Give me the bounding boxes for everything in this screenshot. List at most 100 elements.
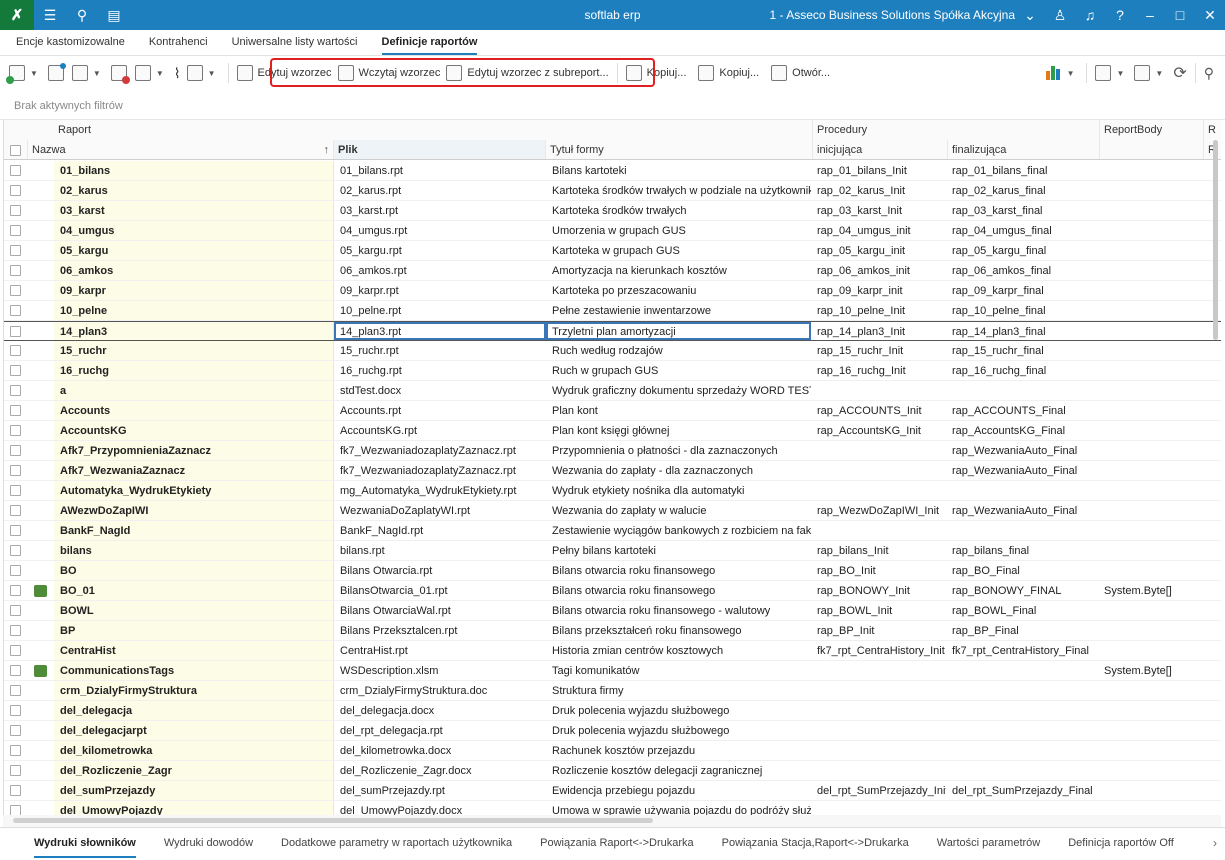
checkbox[interactable]	[10, 765, 21, 776]
row-checkbox[interactable]	[4, 701, 28, 720]
chevron-down-icon[interactable]: ▼	[1067, 69, 1075, 78]
table-row[interactable]: del_kilometrowka del_kilometrowka.docx Rac…	[4, 741, 1221, 761]
help-icon[interactable]: ?	[1105, 0, 1135, 30]
checkbox[interactable]	[10, 305, 21, 316]
column-header-inicjujaca[interactable]: inicjująca	[813, 140, 948, 159]
checkbox[interactable]	[10, 405, 21, 416]
vertical-scrollbar[interactable]	[1211, 135, 1220, 810]
row-checkbox[interactable]	[4, 621, 28, 640]
table-row[interactable]: del_delegacja del_delegacja.docx Druk pole…	[4, 701, 1221, 721]
table-row[interactable]: 15_ruchr 15_ruchr.rpt Ruch według rodzajów…	[4, 341, 1221, 361]
table-row[interactable]: 05_kargu 05_kargu.rpt Kartoteka w grupach …	[4, 241, 1221, 261]
bell-icon[interactable]: ♫	[1075, 0, 1105, 30]
select-all-checkbox[interactable]	[4, 140, 28, 159]
checkbox[interactable]	[10, 805, 21, 815]
row-checkbox[interactable]	[4, 581, 28, 600]
table-row[interactable]: BOWL Bilans OtwarciaWal.rpt Bilans otwarci…	[4, 601, 1221, 621]
maximize-icon[interactable]: □	[1165, 0, 1195, 30]
checkbox[interactable]	[10, 625, 21, 636]
table-row[interactable]: Automatyka_WydrukEtykiety mg_Automatyka_W…	[4, 481, 1221, 501]
checkbox[interactable]	[10, 185, 21, 196]
row-checkbox[interactable]	[4, 601, 28, 620]
row-checkbox[interactable]	[4, 741, 28, 760]
chevron-down-icon[interactable]: ⌄	[1015, 0, 1045, 30]
table-row[interactable]: CentraHist CentraHist.rpt Historia zmian c…	[4, 641, 1221, 661]
filter-bar[interactable]: Brak aktywnych filtrów	[0, 90, 1225, 120]
view-button[interactable]: ▼	[69, 60, 108, 86]
btab-wydruki-slownikow[interactable]: Wydruki słowników	[20, 828, 150, 860]
btab-powiazania-raport-drukarka[interactable]: Powiązania Raport<->Drukarka	[526, 828, 707, 860]
chevron-down-icon[interactable]: ▼	[1116, 69, 1124, 78]
table-row[interactable]: a stdTest.docx Wydruk graficzny dokumentu …	[4, 381, 1221, 401]
table-row[interactable]: BankF_NagId BankF_NagId.rpt Zestawienie wy…	[4, 521, 1221, 541]
table-row[interactable]: BP Bilans Przeksztalcen.rpt Bilans przeksz…	[4, 621, 1221, 641]
row-checkbox[interactable]	[4, 221, 28, 240]
btab-powiazania-stacja[interactable]: Powiązania Stacja,Raport<->Drukarka	[708, 828, 923, 860]
row-checkbox[interactable]	[4, 181, 28, 200]
kopiuj-button-2[interactable]: Kopiuj...	[695, 60, 762, 86]
tab-kontrahenci[interactable]: Kontrahenci	[137, 30, 220, 55]
row-checkbox[interactable]	[4, 641, 28, 660]
row-checkbox[interactable]	[4, 421, 28, 440]
btab-definicja-raportow-off[interactable]: Definicja raportów Off	[1054, 828, 1188, 860]
checkbox[interactable]	[10, 465, 21, 476]
checkbox[interactable]	[10, 725, 21, 736]
table-row[interactable]: 04_umgus 04_umgus.rpt Umorzenia w grupach …	[4, 221, 1221, 241]
checkbox[interactable]	[10, 245, 21, 256]
row-checkbox[interactable]	[4, 341, 28, 360]
chevron-down-icon[interactable]: ▼	[1155, 69, 1163, 78]
row-checkbox[interactable]	[4, 201, 28, 220]
table-row[interactable]: crm_DzialyFirmyStruktura crm_DzialyFirmyS…	[4, 681, 1221, 701]
row-checkbox[interactable]	[4, 661, 28, 680]
refresh-button[interactable]: ⟳	[1170, 60, 1189, 86]
checkbox[interactable]	[10, 665, 21, 676]
checkbox[interactable]	[10, 785, 21, 796]
tools-button[interactable]: ▼	[1131, 60, 1170, 86]
checkbox[interactable]	[10, 685, 21, 696]
table-row[interactable]: del_delegacjarpt del_rpt_delegacja.rpt Dru…	[4, 721, 1221, 741]
table-row[interactable]: del_Rozliczenie_Zagr del_Rozliczenie_Zagr…	[4, 761, 1221, 781]
scrollbar-thumb[interactable]	[1213, 140, 1218, 340]
row-checkbox[interactable]	[4, 681, 28, 700]
column-header-reportbody[interactable]	[1100, 140, 1204, 159]
btab-dodatkowe-parametry[interactable]: Dodatkowe parametry w raportach użytkown…	[267, 828, 526, 860]
edytuj-wzorzec-button[interactable]: Edytuj wzorzec	[234, 60, 335, 86]
checkbox[interactable]	[10, 326, 21, 337]
checkbox[interactable]	[10, 505, 21, 516]
table-row[interactable]: 14_plan3 14_plan3.rpt Trzyletni plan amort…	[4, 321, 1221, 341]
row-checkbox[interactable]	[4, 381, 28, 400]
checkbox[interactable]	[10, 225, 21, 236]
row-checkbox[interactable]	[4, 441, 28, 460]
edytuj-subreport-button[interactable]: Edytuj wzorzec z subreport...	[443, 60, 611, 86]
checkbox[interactable]	[10, 705, 21, 716]
row-checkbox[interactable]	[4, 361, 28, 380]
checkbox[interactable]	[10, 545, 21, 556]
filter-search-button[interactable]: ⚲	[1201, 60, 1217, 86]
row-checkbox[interactable]	[4, 561, 28, 580]
print-button[interactable]: ▼	[132, 60, 171, 86]
tab-definicje-raportow[interactable]: Definicje raportów	[370, 30, 490, 55]
chart-button[interactable]: ▼	[1043, 60, 1082, 86]
checkbox[interactable]	[10, 585, 21, 596]
row-checkbox[interactable]	[4, 721, 28, 740]
column-header-plik[interactable]: Plik	[334, 140, 546, 159]
chevron-down-icon[interactable]: ▼	[30, 69, 38, 78]
row-checkbox[interactable]	[4, 761, 28, 780]
kopiuj-button-1[interactable]: Kopiuj...	[623, 60, 690, 86]
row-checkbox[interactable]	[4, 521, 28, 540]
checkbox[interactable]	[10, 445, 21, 456]
settings-button[interactable]: ▼	[184, 60, 223, 86]
table-row[interactable]: del_sumPrzejazdy del_sumPrzejazdy.rpt Ewid…	[4, 781, 1221, 801]
table-row[interactable]: 01_bilans 01_bilans.rpt Bilans kartoteki ra…	[4, 161, 1221, 181]
user-icon[interactable]: ♙	[1045, 0, 1075, 30]
row-checkbox[interactable]	[4, 161, 28, 180]
btab-wartosci-parametrow[interactable]: Wartości parametrów	[923, 828, 1055, 860]
checkbox[interactable]	[10, 345, 21, 356]
chevron-down-icon[interactable]: ▼	[208, 69, 216, 78]
chevron-down-icon[interactable]: ▼	[156, 69, 164, 78]
chevron-down-icon[interactable]: ▼	[93, 69, 101, 78]
table-row[interactable]: del_UmowyPojazdy del_UmowyPojazdy.docx Umo…	[4, 801, 1221, 815]
row-checkbox[interactable]	[4, 241, 28, 260]
row-checkbox[interactable]	[4, 281, 28, 300]
row-checkbox[interactable]	[4, 801, 28, 815]
